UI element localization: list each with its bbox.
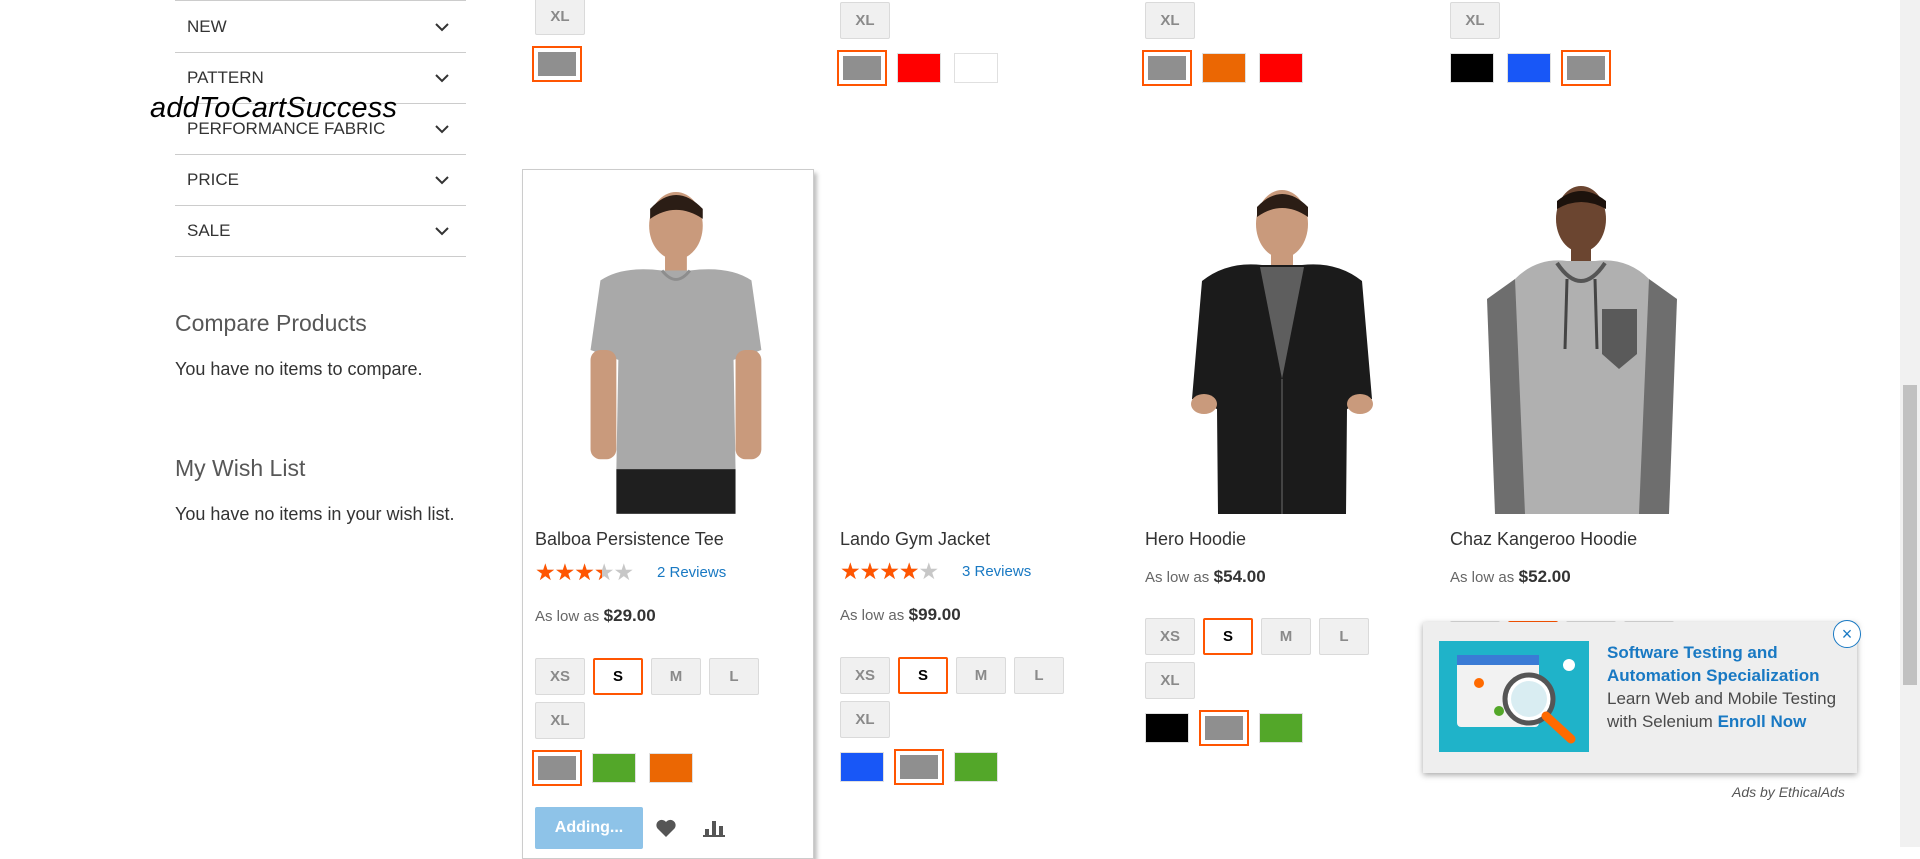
filter-label: Pattern (187, 68, 264, 87)
compare-products-title: Compare Products (175, 310, 367, 336)
compare-products-block: Compare Products You have no items to co… (175, 310, 422, 380)
color-swatch[interactable] (532, 46, 582, 82)
layered-navigation-filters: New Pattern Performance Fabric Price Sal… (175, 0, 466, 257)
color-swatch[interactable] (1202, 53, 1246, 83)
product-rating: ★★★★★★★★★★ 2 Reviews (535, 559, 726, 585)
filter-new[interactable]: New (175, 0, 466, 53)
wishlist-heart-icon[interactable] (655, 818, 677, 838)
wishlist-title: My Wish List (175, 455, 306, 481)
chevron-down-icon (435, 22, 449, 31)
filter-label: Sale (187, 221, 231, 240)
color-swatch[interactable] (592, 753, 636, 783)
color-swatch[interactable] (1507, 53, 1551, 83)
price-value: $54.00 (1213, 567, 1266, 586)
price-box: As low as $54.00 (1145, 567, 1266, 587)
size-swatch-xl[interactable]: XL (535, 0, 585, 35)
size-swatch-l[interactable]: L (1319, 618, 1369, 655)
color-swatch[interactable] (840, 752, 884, 782)
product-name-link[interactable]: Lando Gym Jacket (840, 529, 990, 550)
product-card-lando[interactable]: Lando Gym Jacket ★★★★★★★★★★ 3 Reviews As… (827, 169, 1119, 859)
product-rating: ★★★★★★★★★★ 3 Reviews (840, 558, 1031, 584)
reviews-link[interactable]: 3 Reviews (962, 563, 1031, 580)
product-name-link[interactable]: Chaz Kangeroo Hoodie (1450, 529, 1637, 550)
price-value: $52.00 (1518, 567, 1571, 586)
product-image[interactable] (1132, 169, 1424, 514)
size-swatch-s[interactable]: S (898, 657, 948, 694)
size-swatch-m[interactable]: M (956, 657, 1006, 694)
scrollbar-thumb[interactable] (1903, 385, 1917, 685)
price-value: $99.00 (908, 605, 961, 624)
size-swatch-s[interactable]: S (1203, 618, 1253, 655)
chevron-down-icon (435, 227, 449, 236)
size-swatch-m[interactable]: M (651, 658, 701, 695)
color-swatch[interactable] (1199, 710, 1249, 746)
ad-text[interactable]: Software Testing and Automation Speciali… (1607, 641, 1843, 733)
add-to-cart-button[interactable]: Adding... (535, 807, 643, 849)
color-swatch[interactable] (954, 752, 998, 782)
size-swatch-xl[interactable]: XL (840, 2, 890, 39)
product-name-link[interactable]: Balboa Persistence Tee (535, 529, 724, 550)
wishlist-empty-message: You have no items in your wish list. (175, 504, 455, 524)
color-swatch[interactable] (954, 53, 998, 83)
rating-stars: ★★★★★★★★★★ (840, 558, 939, 584)
product-card-balboa[interactable]: Balboa Persistence Tee ★★★★★★★★★★ 2 Revi… (522, 169, 814, 859)
ad-cta-link[interactable]: Enroll Now (1718, 712, 1807, 731)
color-swatch[interactable] (894, 749, 944, 785)
close-icon[interactable]: × (1833, 620, 1861, 648)
size-swatch-xs[interactable]: XS (535, 658, 585, 695)
wishlist-block: My Wish List You have no items in your w… (175, 455, 454, 525)
chevron-down-icon (435, 176, 449, 185)
size-swatch-l[interactable]: L (1014, 657, 1064, 694)
price-label: As low as (840, 607, 905, 624)
size-swatch-m[interactable]: M (1261, 618, 1311, 655)
product-name-link[interactable]: Hero Hoodie (1145, 529, 1246, 550)
color-swatch[interactable] (1259, 53, 1303, 83)
filter-label: Price (187, 170, 239, 189)
color-swatch[interactable] (1259, 713, 1303, 743)
ethicalads-banner[interactable]: Software Testing and Automation Speciali… (1423, 622, 1857, 773)
price-box: As low as $52.00 (1450, 567, 1571, 587)
color-swatch[interactable] (1145, 713, 1189, 743)
color-swatch[interactable] (532, 750, 582, 786)
price-value: $29.00 (603, 606, 656, 625)
size-swatch-xl[interactable]: XL (1450, 2, 1500, 39)
size-swatch-l[interactable]: L (709, 658, 759, 695)
filter-sale[interactable]: Sale (175, 206, 466, 257)
ad-credit-link[interactable]: Ads by EthicalAds (1732, 784, 1845, 800)
size-swatch-xl[interactable]: XL (1145, 2, 1195, 39)
price-box: As low as $99.00 (840, 605, 961, 625)
chevron-down-icon (435, 125, 449, 134)
price-label: As low as (1145, 569, 1210, 586)
compare-empty-message: You have no items to compare. (175, 359, 423, 379)
color-swatch[interactable] (837, 50, 887, 86)
price-label: As low as (1450, 569, 1515, 586)
size-swatch-xl[interactable]: XL (1145, 662, 1195, 699)
product-image[interactable] (523, 170, 813, 515)
color-swatch[interactable] (1142, 50, 1192, 86)
product-card-hero[interactable]: Hero Hoodie As low as $54.00 XS S M L XL (1132, 169, 1424, 859)
price-box: As low as $29.00 (535, 606, 656, 626)
color-swatch[interactable] (897, 53, 941, 83)
size-swatch-s[interactable]: S (593, 658, 643, 695)
size-swatch-xs[interactable]: XS (840, 657, 890, 694)
color-swatch[interactable] (649, 753, 693, 783)
chevron-down-icon (435, 74, 449, 83)
debug-overlay-text: addToCartSuccess (150, 92, 398, 124)
rating-stars: ★★★★★★★★★★ (535, 559, 634, 585)
price-label: As low as (535, 608, 600, 625)
size-swatch-xs[interactable]: XS (1145, 618, 1195, 655)
product-image[interactable] (1437, 169, 1729, 514)
page-scrollbar[interactable] (1900, 0, 1920, 847)
filter-label: New (187, 16, 227, 36)
filter-price[interactable]: Price (175, 155, 466, 206)
size-swatch-xl[interactable]: XL (840, 701, 890, 738)
compare-chart-icon[interactable] (703, 817, 725, 837)
product-image[interactable] (827, 169, 1119, 514)
color-swatch[interactable] (1561, 50, 1611, 86)
ad-title[interactable]: Software Testing and Automation Speciali… (1607, 643, 1820, 685)
size-swatch-xl[interactable]: XL (535, 702, 585, 739)
reviews-link[interactable]: 2 Reviews (657, 564, 726, 581)
ad-image[interactable] (1439, 641, 1589, 752)
color-swatch[interactable] (1450, 53, 1494, 83)
